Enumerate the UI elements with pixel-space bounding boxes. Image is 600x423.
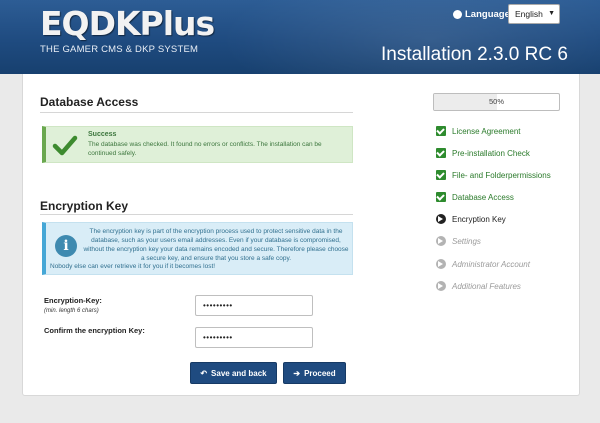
arrow-circle-right-icon <box>436 259 446 269</box>
arrow-right-icon: ➔ <box>293 368 301 378</box>
database-access-title: Database Access <box>40 95 139 109</box>
section-divider <box>40 112 353 113</box>
step-label: License Agreement <box>452 126 521 136</box>
step-label: File- and Folderpermissions <box>452 170 551 180</box>
language-select[interactable]: English ▼ <box>508 4 560 24</box>
encryption-key-input[interactable]: ••••••••• <box>195 295 313 316</box>
language-select-value: English <box>515 9 543 19</box>
progress-label: 50% <box>488 97 504 106</box>
step-item: Settings <box>436 234 481 248</box>
checkbox-checked-icon <box>436 170 446 180</box>
header-banner: EQDKPlus THE GAMER CMS & DKP SYSTEM Lang… <box>0 0 600 74</box>
save-and-back-button[interactable]: ↶ Save and back <box>190 362 277 384</box>
info-message-warning: Nobody else can ever retrieve it for you… <box>50 263 216 270</box>
checkmark-icon <box>52 135 78 156</box>
proceed-button[interactable]: ➔ Proceed <box>283 362 346 384</box>
step-item: Pre-installation Check <box>436 146 530 160</box>
success-message: The database was checked. It found no er… <box>88 141 322 157</box>
info-alert: i The encryption key is part of the encr… <box>42 222 353 275</box>
step-item: File- and Folderpermissions <box>436 168 551 182</box>
info-message: The encryption key is part of the encryp… <box>83 228 349 262</box>
step-item: Additional Features <box>436 279 521 293</box>
back-arrow-icon: ↶ <box>200 368 208 378</box>
step-item: Encryption Key <box>436 212 506 226</box>
arrow-circle-right-icon <box>436 214 446 224</box>
save-and-back-label: Save and back <box>211 368 267 378</box>
step-label: Additional Features <box>452 281 521 291</box>
step-label: Database Access <box>452 192 514 202</box>
encryption-key-title: Encryption Key <box>40 199 129 213</box>
caret-down-icon: ▼ <box>548 10 555 17</box>
step-label: Settings <box>452 236 481 246</box>
checkbox-checked-icon <box>436 192 446 202</box>
success-title: Success <box>88 131 117 138</box>
encryption-key-hint: (min. length 6 chars) <box>44 308 99 314</box>
logo-text: EQDKPlus <box>40 4 215 43</box>
logo: EQDKPlus THE GAMER CMS & DKP SYSTEM <box>40 4 215 58</box>
arrow-circle-right-icon <box>436 281 446 291</box>
logo-subtitle: THE GAMER CMS & DKP SYSTEM <box>40 44 199 55</box>
section-divider <box>40 214 353 215</box>
confirm-key-input[interactable]: ••••••••• <box>195 327 313 348</box>
globe-icon <box>453 10 462 19</box>
step-label: Pre-installation Check <box>452 148 530 158</box>
step-item: Administrator Account <box>436 257 530 271</box>
progress-bar: 50% <box>433 93 560 111</box>
checkbox-checked-icon <box>436 148 446 158</box>
page-title: Installation 2.3.0 RC 6 <box>381 44 568 65</box>
step-label: Administrator Account <box>452 259 530 269</box>
language-label-group: Language: <box>453 9 513 20</box>
step-item: Database Access <box>436 190 514 204</box>
step-label: Encryption Key <box>452 214 506 224</box>
arrow-circle-right-icon <box>436 236 446 246</box>
proceed-label: Proceed <box>304 368 336 378</box>
checkbox-checked-icon <box>436 126 446 136</box>
success-alert: Success The database was checked. It fou… <box>42 126 353 163</box>
language-label: Language: <box>465 9 514 20</box>
confirm-key-label: Confirm the encryption Key: <box>44 326 145 335</box>
step-item: License Agreement <box>436 124 521 138</box>
encryption-key-label: Encryption-Key: <box>44 296 102 305</box>
